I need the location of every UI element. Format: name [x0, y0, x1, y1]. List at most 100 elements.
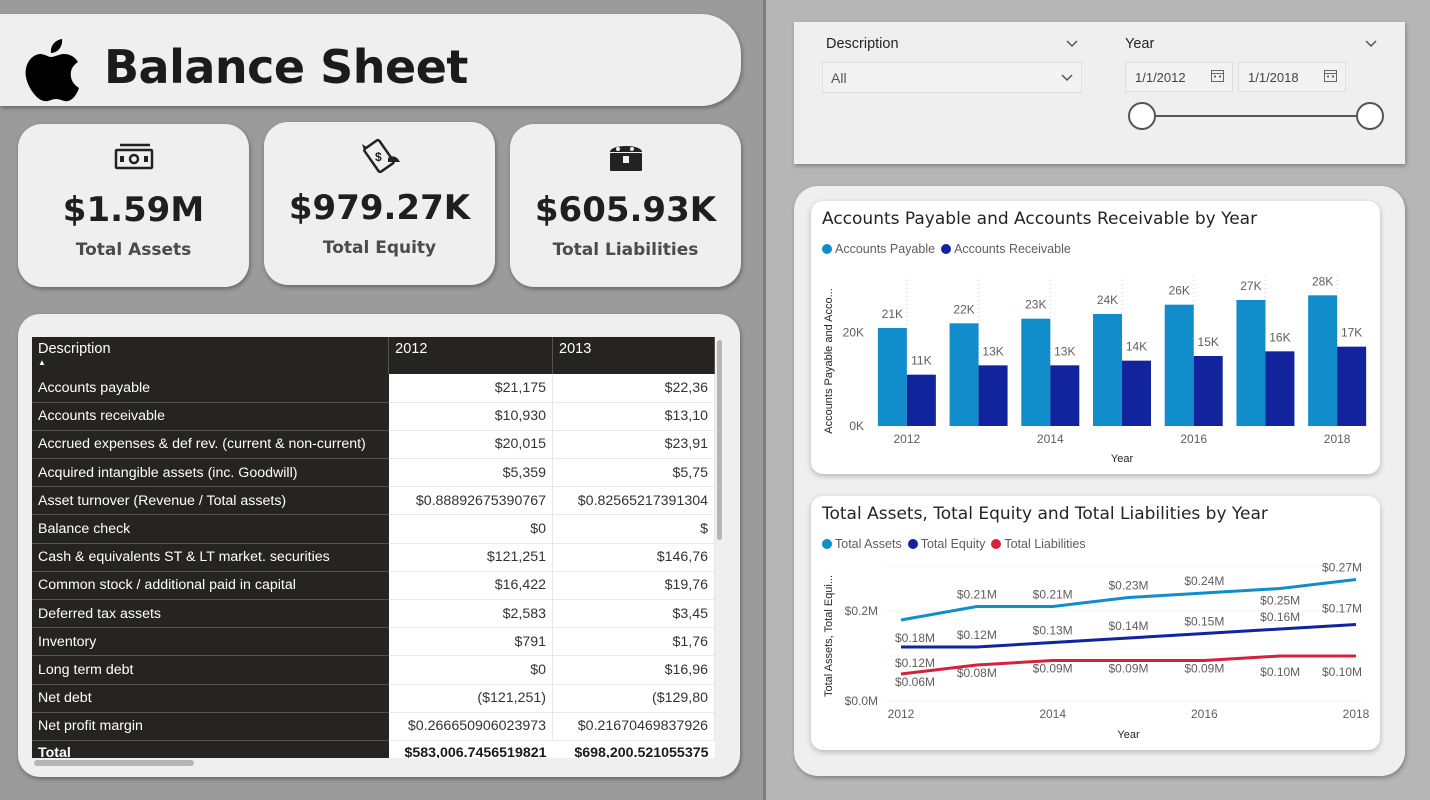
data-label: 14K [1126, 340, 1147, 354]
data-label: $0.21M [957, 588, 997, 602]
data-label: 21K [882, 307, 903, 321]
row-description: Accrued expenses & def rev. (current & n… [32, 430, 389, 460]
bar [949, 323, 979, 426]
x-tick-label: 2018 [1324, 432, 1351, 446]
x-tick-label: 2018 [1343, 707, 1370, 721]
cash-icon [114, 143, 153, 170]
table-row[interactable]: Accounts receivable $10,930 $13,10 [32, 402, 715, 431]
title-card: Balance Sheet [0, 14, 741, 106]
cell-2013: ($129,80 [552, 684, 715, 713]
cell-2013: $22,36 [552, 374, 715, 403]
x-tick-label: 2016 [1191, 707, 1218, 721]
cell-2012: $791 [388, 627, 554, 657]
cell-2013: $0.21670469837926 [552, 712, 715, 741]
row-description: Cash & equivalents ST & LT market. secur… [32, 543, 389, 572]
year-slider-end-handle[interactable] [1356, 102, 1384, 130]
table-row[interactable]: Net debt ($121,251) ($129,80 [32, 684, 715, 713]
row-description: Accounts payable [32, 374, 389, 403]
column-header-2013[interactable]: 2013 [552, 337, 715, 374]
bar [1093, 314, 1122, 426]
row-description: Net debt [32, 684, 389, 713]
kpi-label: Total Equity [322, 238, 437, 258]
description-filter-label: Description [826, 36, 899, 52]
bar [1050, 365, 1080, 426]
row-description: Common stock / additional paid in capita… [32, 571, 389, 601]
data-label: $0.16M [1260, 610, 1300, 624]
cell-2013: $0.82565217391304 [552, 486, 715, 516]
table-row[interactable]: Accrued expenses & def rev. (current & n… [32, 430, 715, 460]
x-axis-label: Year [1117, 729, 1140, 741]
cell-2012: $0 [388, 655, 554, 685]
calendar-icon[interactable] [1324, 69, 1337, 82]
year-slider-track[interactable] [1142, 115, 1370, 117]
row-description: Accounts receivable [32, 402, 389, 431]
table-row[interactable]: Asset turnover (Revenue / Total assets) $… [32, 486, 715, 516]
y-tick-label: $0.2M [845, 604, 878, 618]
cell-2013: $146,76 [552, 543, 715, 572]
bar [978, 365, 1008, 426]
balance-table[interactable]: Description ▲ 2012 2013 Accounts payable $… [32, 337, 715, 758]
row-description: Acquired intangible assets (inc. Goodwil… [32, 458, 389, 488]
column-header-description[interactable]: Description ▲ [32, 337, 390, 374]
data-label: 11K [911, 354, 931, 368]
data-label: 24K [1097, 293, 1118, 307]
data-label: 22K [953, 302, 974, 316]
data-label: $0.09M [1108, 662, 1148, 676]
calendar-icon[interactable] [1211, 69, 1224, 82]
data-label: $0.15M [1184, 615, 1224, 629]
table-row[interactable]: Inventory $791 $1,76 [32, 627, 715, 657]
table-row[interactable]: Common stock / additional paid in capita… [32, 571, 715, 601]
table-horizontal-scrollbar[interactable] [34, 760, 194, 766]
bar [1021, 318, 1051, 426]
chevron-down-icon[interactable] [1066, 40, 1078, 48]
data-label: $0.10M [1260, 665, 1300, 679]
kpi-card-total-equity: $ $979.27K Total Equity [264, 122, 495, 285]
row-description: Balance check [32, 514, 389, 544]
table-row[interactable]: Cash & equivalents ST & LT market. secur… [32, 543, 715, 572]
cell-2012: ($121,251) [388, 684, 554, 713]
bar [1193, 356, 1223, 426]
start-date-input[interactable]: 1/1/2012 [1125, 62, 1233, 92]
row-description: Net profit margin [32, 712, 389, 741]
year-slider-start-handle[interactable] [1128, 102, 1156, 130]
x-tick-label: 2012 [894, 432, 921, 446]
data-label: 15K [1198, 335, 1219, 349]
chevron-down-icon[interactable] [1365, 40, 1377, 48]
data-label: $0.08M [957, 666, 997, 680]
sort-ascending-icon: ▲ [38, 358, 46, 367]
bar [1164, 304, 1194, 426]
data-label: 26K [1169, 284, 1190, 298]
bar [877, 328, 907, 426]
column-header-2012[interactable]: 2012 [388, 337, 554, 374]
table-row[interactable]: Balance check $0 $ [32, 514, 715, 544]
cell-2012: $16,422 [388, 571, 554, 601]
cell-2013: $5,75 [552, 458, 715, 488]
bar [1337, 346, 1367, 426]
total-2012: $583,006.7456519821 [404, 744, 547, 758]
description-dropdown[interactable]: All [822, 62, 1082, 93]
cell-2012: $121,251 [388, 543, 554, 572]
svg-text:$: $ [375, 150, 382, 164]
data-label: $0.27M [1322, 561, 1362, 575]
table-row[interactable]: Accounts payable $21,175 $22,36 [32, 374, 715, 403]
bar [906, 374, 936, 426]
row-description: Deferred tax assets [32, 599, 389, 629]
data-label: $0.10M [1322, 665, 1362, 679]
kpi-label: Total Assets [75, 240, 192, 260]
cell-2012: $10,930 [388, 402, 554, 431]
line-chart-panel: Total Assets, Total Equity and Total Lia… [811, 496, 1380, 750]
table-row[interactable]: Net profit margin $0.266650906023973 $0.21… [32, 712, 715, 741]
table-row[interactable]: Acquired intangible assets (inc. Goodwil… [32, 458, 715, 488]
end-date-input[interactable]: 1/1/2018 [1238, 62, 1346, 92]
row-description: Long term debt [32, 655, 389, 685]
cell-2012: $5,359 [388, 458, 554, 488]
bar-chart: 0K 20K Accounts Payable and Acco... 21K 11K 2… [823, 274, 1367, 465]
table-vertical-scrollbar[interactable] [717, 340, 722, 540]
table-row[interactable]: Long term debt $0 $16,96 [32, 655, 715, 685]
kpi-value: $605.93K [534, 190, 717, 230]
data-label: 23K [1025, 298, 1046, 312]
x-tick-label: 2014 [1037, 432, 1064, 446]
bar [1236, 300, 1266, 426]
kpi-card-total-liabilities: $605.93K Total Liabilities [510, 124, 741, 287]
table-row[interactable]: Deferred tax assets $2,583 $3,45 [32, 599, 715, 629]
